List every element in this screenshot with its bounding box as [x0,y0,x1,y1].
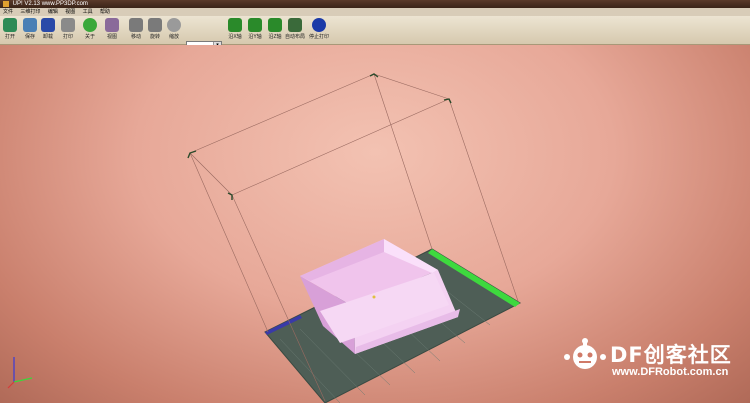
view-icon [105,18,119,32]
save-button[interactable]: 保存 [20,18,40,40]
rotate-button[interactable]: 旋转 [145,18,165,40]
app-icon [3,1,9,7]
about-icon [83,18,97,32]
auto-layout-button[interactable]: 自动布局 [285,18,305,40]
toolbar: 打开 保存 卸载 打印 关于 视图 移动 旋转 缩放 ▾ 沿X轴 沿Y轴 沿Z轴… [0,16,750,49]
stop-print-icon [312,18,326,32]
axis-indicator [7,357,33,389]
window-title: UP! V2.13 www.PP3DP.com [12,1,88,7]
save-icon [23,18,37,32]
unload-button[interactable]: 卸载 [38,18,58,40]
3d-viewport[interactable]: DF创客社区 www.DFRobot.com.cn [0,45,750,403]
unload-icon [41,18,55,32]
menu-bar: 文件 三维打印 编辑 视图 工具 帮助 [0,8,750,16]
move-button[interactable]: 移动 [126,18,146,40]
watermark-url: www.DFRobot.com.cn [612,366,729,378]
y-axis-icon [248,18,262,32]
rotate-icon [148,18,162,32]
menu-edit[interactable]: 编辑 [45,8,61,16]
x-axis-button[interactable]: 沿X轴 [225,18,245,40]
menu-tools[interactable]: 工具 [80,8,96,16]
y-axis-button[interactable]: 沿Y轴 [245,18,265,40]
menu-file[interactable]: 文件 [0,8,16,16]
stop-print-button[interactable]: 停止打印 [309,18,329,40]
x-axis-icon [228,18,242,32]
watermark-title: DF创客社区 [610,343,732,367]
print-button[interactable]: 打印 [58,18,78,40]
auto-layout-icon [288,18,302,32]
move-icon [129,18,143,32]
scale-button[interactable]: 缩放 [164,18,184,40]
z-axis-button[interactable]: 沿Z轴 [265,18,285,40]
view-button[interactable]: 视图 [102,18,122,40]
menu-3d-print[interactable]: 三维打印 [17,8,43,16]
about-button[interactable]: 关于 [80,18,100,40]
watermark: DF创客社区 www.DFRobot.com.cn [560,337,746,387]
scale-icon [167,18,181,32]
open-button[interactable]: 打开 [0,18,20,40]
print-icon [61,18,75,32]
menu-view[interactable]: 视图 [62,8,78,16]
dfrobot-logo-icon [564,338,606,369]
menu-help[interactable]: 帮助 [97,8,113,16]
open-icon [3,18,17,32]
z-axis-icon [268,18,282,32]
title-bar: UP! V2.13 www.PP3DP.com [0,0,750,8]
